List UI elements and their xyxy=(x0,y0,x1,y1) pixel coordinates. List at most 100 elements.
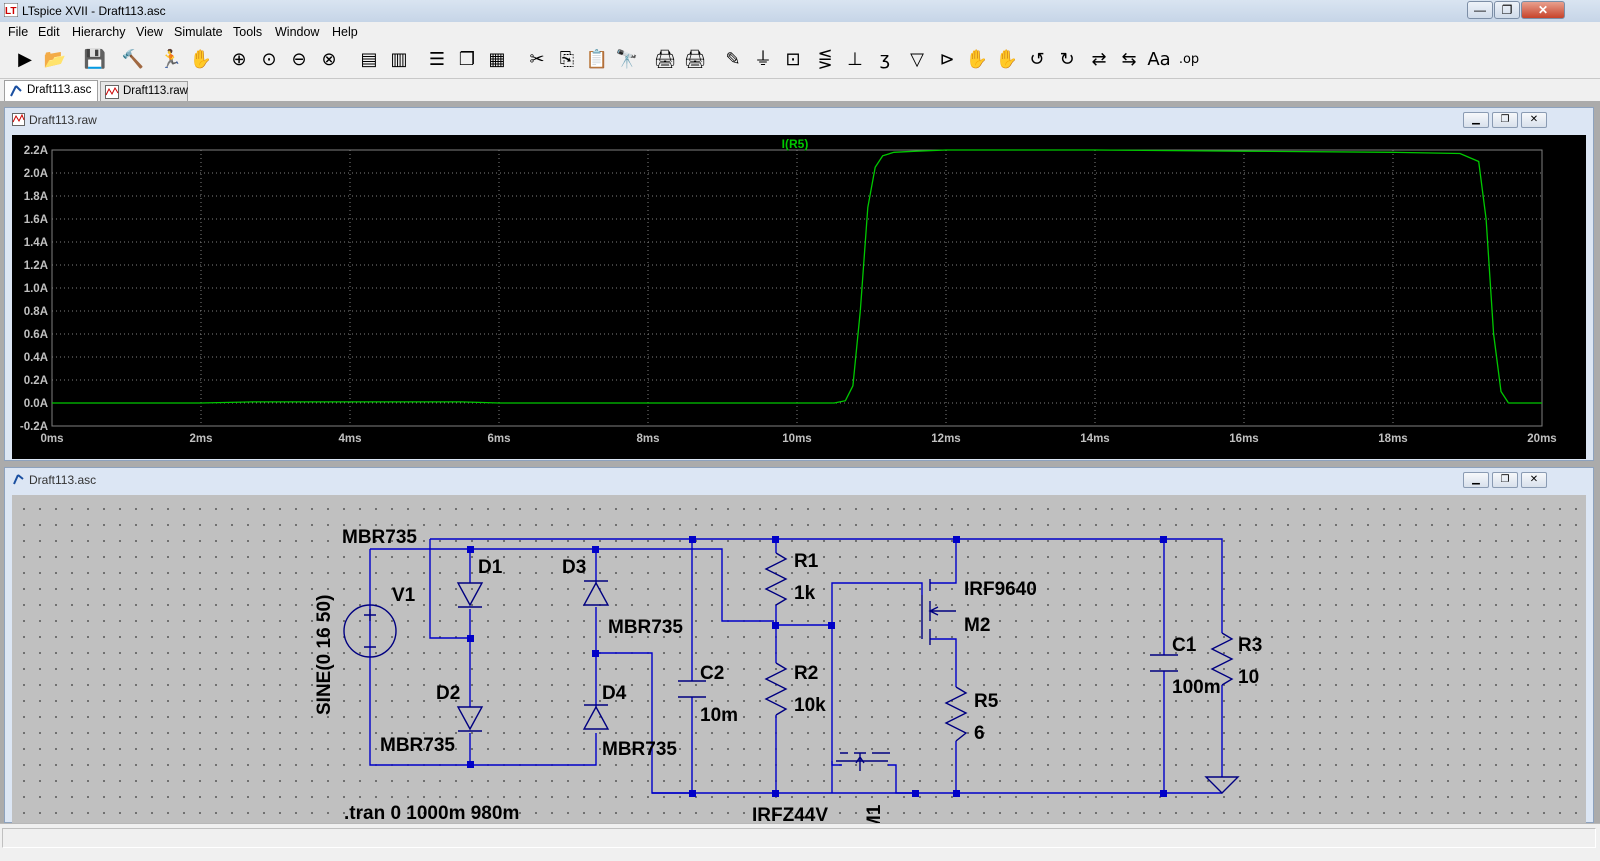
waveform-close-button[interactable]: ✕ xyxy=(1521,112,1547,128)
ground-symbol[interactable] xyxy=(1204,776,1240,794)
d3-symbol[interactable] xyxy=(582,580,610,606)
schematic-drawing[interactable]: MBR735 V1 SINE(0 16 50) D1 D2 MBR735 D3 … xyxy=(12,495,1586,823)
r3-name-label[interactable]: R3 xyxy=(1238,635,1262,656)
menu-file[interactable]: File xyxy=(8,25,28,39)
mirror-icon[interactable]: ⇆ xyxy=(1116,46,1142,74)
d2-symbol[interactable] xyxy=(456,706,484,732)
zoom-out-icon[interactable]: ⊖ xyxy=(286,46,312,74)
menu-tools[interactable]: Tools xyxy=(233,25,262,39)
c2-value-label[interactable]: 10m xyxy=(700,705,738,726)
m1-name-label[interactable]: M1 xyxy=(864,804,885,823)
cascade-icon[interactable]: ❐ xyxy=(454,46,480,74)
d4-symbol[interactable] xyxy=(582,704,610,730)
ground-icon[interactable]: ⏚ xyxy=(750,46,776,74)
menu-simulate[interactable]: Simulate xyxy=(174,25,223,39)
r1-value-label[interactable]: 1k xyxy=(794,583,816,604)
open-icon[interactable]: 📂 xyxy=(42,46,68,74)
m2-model-label[interactable]: IRF9640 xyxy=(964,579,1037,600)
d3-model-label[interactable]: MBR735 xyxy=(608,617,683,638)
save-icon[interactable]: 💾 xyxy=(82,46,108,74)
zoom-cancel-icon[interactable]: ⊗ xyxy=(316,46,342,74)
menu-help[interactable]: Help xyxy=(332,25,358,39)
c1-name-label[interactable]: C1 xyxy=(1172,635,1197,656)
menu-edit[interactable]: Edit xyxy=(38,25,60,39)
print-icon[interactable]: 🖨 xyxy=(652,46,678,74)
inductor-icon[interactable]: ʒ xyxy=(872,46,898,74)
tab-waveform[interactable]: Draft113.raw xyxy=(100,81,188,101)
r5-value-label[interactable]: 6 xyxy=(974,723,985,744)
c2-name-label[interactable]: C2 xyxy=(700,663,724,684)
r1-symbol[interactable] xyxy=(764,552,788,606)
rotate-icon[interactable]: ⇄ xyxy=(1086,46,1112,74)
run-icon[interactable]: ▶ xyxy=(12,46,38,74)
copy-icon[interactable]: ⎘ xyxy=(554,46,580,74)
component-icon[interactable]: ⊳ xyxy=(934,46,960,74)
close-button[interactable]: ✕ xyxy=(1521,1,1565,19)
move-icon[interactable]: ✋ xyxy=(964,46,990,74)
m2-symbol[interactable] xyxy=(921,579,956,645)
m2-name-label[interactable]: M2 xyxy=(964,615,990,636)
manual-limits-icon[interactable]: ▥ xyxy=(386,46,412,74)
autorange-icon[interactable]: ▤ xyxy=(356,46,382,74)
v1-value-label[interactable]: SINE(0 16 50) xyxy=(314,595,335,715)
find-icon[interactable]: 🔭 xyxy=(614,46,640,74)
spice-directive-icon[interactable]: .op xyxy=(1176,46,1202,74)
r2-symbol[interactable] xyxy=(764,662,788,716)
v1-name-label[interactable]: V1 xyxy=(392,585,416,606)
m1-model-label[interactable]: IRFZ44V xyxy=(752,805,828,823)
pan-hand-icon[interactable]: ✋ xyxy=(188,46,214,74)
drag-icon[interactable]: ✋ xyxy=(994,46,1020,74)
d3-name-label[interactable]: D3 xyxy=(562,557,586,578)
spice-directive-text[interactable]: .tran 0 1000m 980m xyxy=(344,803,519,823)
c1-value-label[interactable]: 100m xyxy=(1172,677,1221,698)
schematic-close-button[interactable]: ✕ xyxy=(1521,472,1547,488)
resistor-icon[interactable]: ⋚ xyxy=(812,46,838,74)
menu-hierarchy[interactable]: Hierarchy xyxy=(72,25,126,39)
print-setup-icon[interactable]: 🖨 xyxy=(682,46,708,74)
d4-model-label[interactable]: MBR735 xyxy=(602,739,677,760)
d1-symbol[interactable] xyxy=(456,582,484,608)
zoom-in-icon[interactable]: ⊕ xyxy=(226,46,252,74)
m1-symbol[interactable] xyxy=(836,752,890,771)
r5-symbol[interactable] xyxy=(944,686,968,742)
r2-value-label[interactable]: 10k xyxy=(794,695,826,716)
c1-symbol[interactable] xyxy=(1150,654,1178,672)
trace-i-r5[interactable] xyxy=(52,149,1542,404)
undo-icon[interactable]: ↺ xyxy=(1024,46,1050,74)
waveform-maximize-button[interactable]: ❐ xyxy=(1492,112,1518,128)
r3-value-label[interactable]: 10 xyxy=(1238,667,1259,688)
menu-window[interactable]: Window xyxy=(275,25,319,39)
d1-name-label[interactable]: D1 xyxy=(478,557,503,578)
schematic-minimize-button[interactable]: ▁ xyxy=(1463,472,1489,488)
text-icon[interactable]: Aa xyxy=(1146,46,1172,74)
d2-model-label[interactable]: MBR735 xyxy=(380,735,455,756)
maximize-button[interactable]: ❐ xyxy=(1494,1,1520,19)
label-net-icon[interactable]: ⊡ xyxy=(780,46,806,74)
run-pointer-icon[interactable]: 🏃 xyxy=(158,46,184,74)
capacitor-icon[interactable]: ⊥ xyxy=(842,46,868,74)
d1-model-label[interactable]: MBR735 xyxy=(342,527,417,548)
d4-name-label[interactable]: D4 xyxy=(602,683,627,704)
r1-name-label[interactable]: R1 xyxy=(794,551,819,572)
trace-label[interactable]: I(R5) xyxy=(782,137,809,151)
redo-icon[interactable]: ↻ xyxy=(1054,46,1080,74)
tab-schematic[interactable]: Draft113.asc xyxy=(4,80,98,102)
menu-view[interactable]: View xyxy=(136,25,163,39)
minimize-button[interactable]: — xyxy=(1467,1,1493,19)
diode-icon[interactable]: ▽ xyxy=(904,46,930,74)
schematic-maximize-button[interactable]: ❐ xyxy=(1492,472,1518,488)
cut-icon[interactable]: ✂ xyxy=(524,46,550,74)
schematic-canvas[interactable]: MBR735 V1 SINE(0 16 50) D1 D2 MBR735 D3 … xyxy=(12,495,1586,823)
waveform-minimize-button[interactable]: ▁ xyxy=(1463,112,1489,128)
draw-wire-icon[interactable]: ✎ xyxy=(720,46,746,74)
r2-name-label[interactable]: R2 xyxy=(794,663,818,684)
zoom-full-icon[interactable]: ⊙ xyxy=(256,46,282,74)
waveform-plot-area[interactable]: 2.2A 2.0A 1.8A 1.6A 1.4A 1.2A 1.0A 0.8A 0.6A 0.4A… xyxy=(12,135,1586,459)
tile-horizontal-icon[interactable]: ☰ xyxy=(424,46,450,74)
r5-name-label[interactable]: R5 xyxy=(974,691,999,712)
paste-icon[interactable]: 📋 xyxy=(584,46,610,74)
tile-vertical-icon[interactable]: ▦ xyxy=(484,46,510,74)
d2-name-label[interactable]: D2 xyxy=(436,683,460,704)
control-panel-icon[interactable]: 🔨 xyxy=(120,46,146,74)
waveform-plot[interactable]: 2.2A 2.0A 1.8A 1.6A 1.4A 1.2A 1.0A 0.8A 0.6A 0.4A… xyxy=(12,135,1586,459)
